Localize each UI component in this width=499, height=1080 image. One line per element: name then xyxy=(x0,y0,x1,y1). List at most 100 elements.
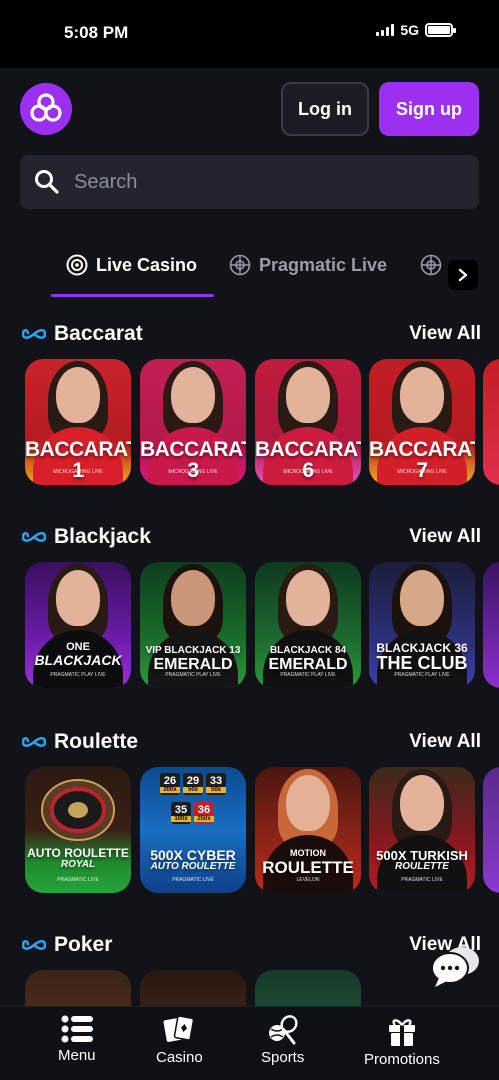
number-tile: 33 50x xyxy=(206,773,226,795)
bottom-navigation: Menu Casino Sports Promotions xyxy=(0,1006,499,1080)
game-title-top: 500X CYBER xyxy=(150,847,236,863)
game-title: EMERALD xyxy=(268,656,348,673)
number-tile: 35 100x xyxy=(171,802,191,824)
section-title: Poker xyxy=(54,933,113,956)
game-provider: PRAGMATIC PLAY LIVE xyxy=(394,672,450,678)
tab-live-casino[interactable]: Live Casino xyxy=(66,254,197,276)
gift-icon xyxy=(388,1019,415,1046)
game-title: ROULETTE xyxy=(395,861,449,872)
nav-menu[interactable]: Menu xyxy=(58,1015,96,1064)
game-card-partial[interactable] xyxy=(483,767,499,893)
nav-casino[interactable]: Casino xyxy=(156,1015,203,1066)
game-card[interactable]: VIP BLACKJACK 13 EMERALD PRAGMATIC PLAY … xyxy=(140,562,246,688)
game-row-poker xyxy=(25,970,499,1006)
infinity-icon xyxy=(22,939,46,951)
category-tabs: Live Casino Pragmatic Live xyxy=(0,240,499,300)
game-provider: PRAGMATIC PLAY LIVE xyxy=(50,672,106,678)
game-card[interactable]: BACCARAT 6 MICROGAMING LIVE xyxy=(255,359,361,485)
game-provider: LEVELON xyxy=(296,877,320,883)
login-button[interactable]: Log in xyxy=(281,82,369,136)
section-header-blackjack: Blackjack View All xyxy=(22,525,481,549)
tabs-scroll-right-button[interactable] xyxy=(448,260,478,290)
game-row-blackjack: ONE BLACKJACK PRAGMATIC PLAY LIVE VIP BL… xyxy=(25,562,499,688)
game-card[interactable]: BACCARAT 3 MICROGAMING LIVE xyxy=(140,359,246,485)
number-tiles-top: 26 200x 29 50x 33 50x xyxy=(160,773,226,795)
infinity-icon xyxy=(22,531,46,543)
nav-label: Casino xyxy=(156,1049,203,1066)
signup-button[interactable]: Sign up xyxy=(379,82,479,136)
section-title: Baccarat xyxy=(54,322,143,345)
game-card-partial[interactable] xyxy=(483,562,499,688)
view-all-link[interactable]: View All xyxy=(409,731,481,753)
game-provider: PRAGMATIC LIVE xyxy=(401,877,443,883)
number-tile: 26 200x xyxy=(160,773,180,795)
section-header-poker: Poker View All xyxy=(22,933,481,957)
tab-pragmatic-live[interactable]: Pragmatic Live xyxy=(229,254,387,276)
number-tile: 29 50x xyxy=(183,773,203,795)
section-header-roulette: Roulette View All xyxy=(22,730,481,754)
roulette-icon xyxy=(420,254,442,276)
game-provider: MICROGAMING LIVE xyxy=(397,469,447,475)
game-provider: MICROGAMING LIVE xyxy=(53,469,103,475)
game-title: BLACKJACK xyxy=(34,652,122,668)
tab-label: Live Casino xyxy=(96,254,198,275)
game-card[interactable]: BACCARAT 1 MICROGAMING LIVE xyxy=(25,359,131,485)
cards-icon xyxy=(163,1015,195,1042)
game-title: ROYAL xyxy=(60,859,96,870)
game-title: EMERALD xyxy=(153,656,233,673)
infinity-icon xyxy=(22,736,46,748)
menu-icon xyxy=(61,1015,93,1043)
search-icon xyxy=(35,170,59,194)
game-card[interactable]: BLACKJACK 36 THE CLUB PRAGMATIC PLAY LIV… xyxy=(369,562,475,688)
nav-label: Sports xyxy=(261,1049,305,1066)
status-time: 5:08 PM xyxy=(64,23,129,42)
battery-icon xyxy=(425,23,456,37)
game-provider: PRAGMATIC PLAY LIVE xyxy=(280,672,336,678)
brand-logo[interactable] xyxy=(20,83,72,135)
tab-next-partial[interactable] xyxy=(420,254,442,276)
game-provider: MICROGAMING LIVE xyxy=(168,469,218,475)
active-tab-indicator xyxy=(51,294,214,297)
section-header-baccarat: Baccarat View All xyxy=(22,322,481,346)
game-card[interactable] xyxy=(25,970,131,1006)
game-card[interactable]: MOTION ROULETTE LEVELON xyxy=(255,767,361,893)
game-row-baccarat: BACCARAT 1 MICROGAMING LIVE BACCARAT 3 M… xyxy=(25,359,499,485)
infinity-icon xyxy=(22,328,46,340)
number-tiles-bottom: 35 100x 36 250x xyxy=(171,802,214,824)
nav-promotions[interactable]: Promotions xyxy=(364,1015,440,1068)
game-card[interactable]: AUTO ROULETTE ROYAL PRAGMATIC LIVE xyxy=(25,767,131,893)
game-provider: MICROGAMING LIVE xyxy=(283,469,333,475)
view-all-link[interactable]: View All xyxy=(409,323,481,345)
game-provider: PRAGMATIC PLAY LIVE xyxy=(165,672,221,678)
roulette-wheel-icon xyxy=(41,779,115,841)
game-title-top: MOTION xyxy=(290,848,326,858)
game-card[interactable] xyxy=(255,970,361,1006)
section-title: Blackjack xyxy=(54,525,151,548)
view-all-link[interactable]: View All xyxy=(409,526,481,548)
game-card[interactable]: BLACKJACK 84 EMERALD PRAGMATIC PLAY LIVE xyxy=(255,562,361,688)
roulette-wheel-icon xyxy=(66,254,88,276)
game-title-top: AUTO ROULETTE xyxy=(27,846,129,860)
game-card[interactable]: 26 200x 29 50x 33 50x 35 100x 36 250x 500X CY… xyxy=(140,767,246,893)
game-card-partial[interactable] xyxy=(483,359,499,485)
chat-support-button[interactable] xyxy=(431,944,481,988)
game-card[interactable]: BACCARAT 7 MICROGAMING LIVE xyxy=(369,359,475,485)
game-card[interactable]: 500X TURKISH ROULETTE PRAGMATIC LIVE xyxy=(369,767,475,893)
game-row-roulette: AUTO ROULETTE ROYAL PRAGMATIC LIVE 26 200… xyxy=(25,767,499,893)
section-title: Roulette xyxy=(54,730,138,753)
nav-sports[interactable]: Sports xyxy=(261,1015,304,1066)
number-tile: 36 250x xyxy=(194,802,214,824)
status-bar: 5:08 PM 5G xyxy=(0,0,499,68)
nav-label: Promotions xyxy=(364,1051,440,1068)
game-title: THE CLUB xyxy=(376,653,468,673)
game-title-top: VIP BLACKJACK 13 xyxy=(145,645,241,656)
game-card[interactable] xyxy=(140,970,246,1006)
chat-icon xyxy=(431,947,479,987)
search-input[interactable]: Search xyxy=(20,155,479,209)
game-title: AUTO ROULETTE xyxy=(150,861,236,872)
game-title: ROULETTE xyxy=(262,858,354,877)
nav-label: Menu xyxy=(58,1047,96,1064)
roulette-icon xyxy=(229,254,251,276)
chevron-right-icon xyxy=(458,268,468,282)
game-card[interactable]: ONE BLACKJACK PRAGMATIC PLAY LIVE xyxy=(25,562,131,688)
